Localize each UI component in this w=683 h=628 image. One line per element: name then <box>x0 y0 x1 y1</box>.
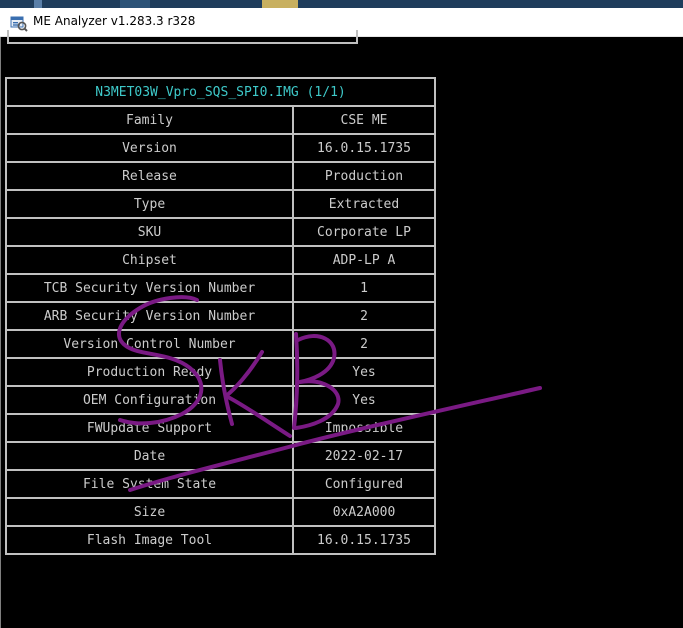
desktop-icon-fragment <box>262 0 298 8</box>
row-label: Version <box>5 133 294 163</box>
row-label: OEM Configuration <box>5 385 294 415</box>
table-row: File System State Configured <box>5 469 436 499</box>
row-value: 2 <box>292 301 436 331</box>
row-label: Flash Image Tool <box>5 525 294 555</box>
table-row: Chipset ADP-LP A <box>5 245 436 275</box>
desktop-icon-fragment <box>34 0 42 8</box>
window-left-border <box>0 37 1 628</box>
row-value: 0xA2A000 <box>292 497 436 527</box>
row-label: Release <box>5 161 294 191</box>
table-row: Type Extracted <box>5 189 436 219</box>
row-label: ARB Security Version Number <box>5 301 294 331</box>
desktop-icon-fragment <box>120 0 150 8</box>
row-label: Version Control Number <box>5 329 294 359</box>
row-value: Configured <box>292 469 436 499</box>
row-value: ADP-LP A <box>292 245 436 275</box>
row-value: CSE ME <box>292 105 436 135</box>
desktop-background-strip <box>0 0 683 8</box>
row-value: 16.0.15.1735 <box>292 525 436 555</box>
row-label: Chipset <box>5 245 294 275</box>
row-value: Corporate LP <box>292 217 436 247</box>
row-value: 2 <box>292 329 436 359</box>
row-label: FWUpdate Support <box>5 413 294 443</box>
row-value: Yes <box>292 385 436 415</box>
table-row: Flash Image Tool 16.0.15.1735 <box>5 525 436 555</box>
row-label: File System State <box>5 469 294 499</box>
row-label: Size <box>5 497 294 527</box>
row-label: Production Ready <box>5 357 294 387</box>
row-value: Yes <box>292 357 436 387</box>
row-value: Extracted <box>292 189 436 219</box>
table-row: TCB Security Version Number 1 <box>5 273 436 303</box>
table-row: Production Ready Yes <box>5 357 436 387</box>
row-value: 2022-02-17 <box>292 441 436 471</box>
row-value: Production <box>292 161 436 191</box>
analysis-results-table: N3MET03W_Vpro_SQS_SPI0.IMG (1/1) Family C… <box>4 76 437 556</box>
row-label: Type <box>5 189 294 219</box>
table-row: Size 0xA2A000 <box>5 497 436 527</box>
row-label: Date <box>5 441 294 471</box>
previous-output-frame <box>7 30 358 44</box>
table-row: Family CSE ME <box>5 105 436 135</box>
table-row: Version 16.0.15.1735 <box>5 133 436 163</box>
table-header-row: N3MET03W_Vpro_SQS_SPI0.IMG (1/1) <box>5 77 436 107</box>
table-row: OEM Configuration Yes <box>5 385 436 415</box>
row-value: Impossible <box>292 413 436 443</box>
image-file-name: N3MET03W_Vpro_SQS_SPI0.IMG (1/1) <box>5 77 436 107</box>
table-row: Release Production <box>5 161 436 191</box>
table-row: FWUpdate Support Impossible <box>5 413 436 443</box>
row-value: 1 <box>292 273 436 303</box>
table-row: Version Control Number 2 <box>5 329 436 359</box>
row-label: TCB Security Version Number <box>5 273 294 303</box>
window-title: ME Analyzer v1.283.3 r328 <box>33 14 196 28</box>
row-label: Family <box>5 105 294 135</box>
table-row: Date 2022-02-17 <box>5 441 436 471</box>
table-row: SKU Corporate LP <box>5 217 436 247</box>
table-row: ARB Security Version Number 2 <box>5 301 436 331</box>
row-label: SKU <box>5 217 294 247</box>
row-value: 16.0.15.1735 <box>292 133 436 163</box>
